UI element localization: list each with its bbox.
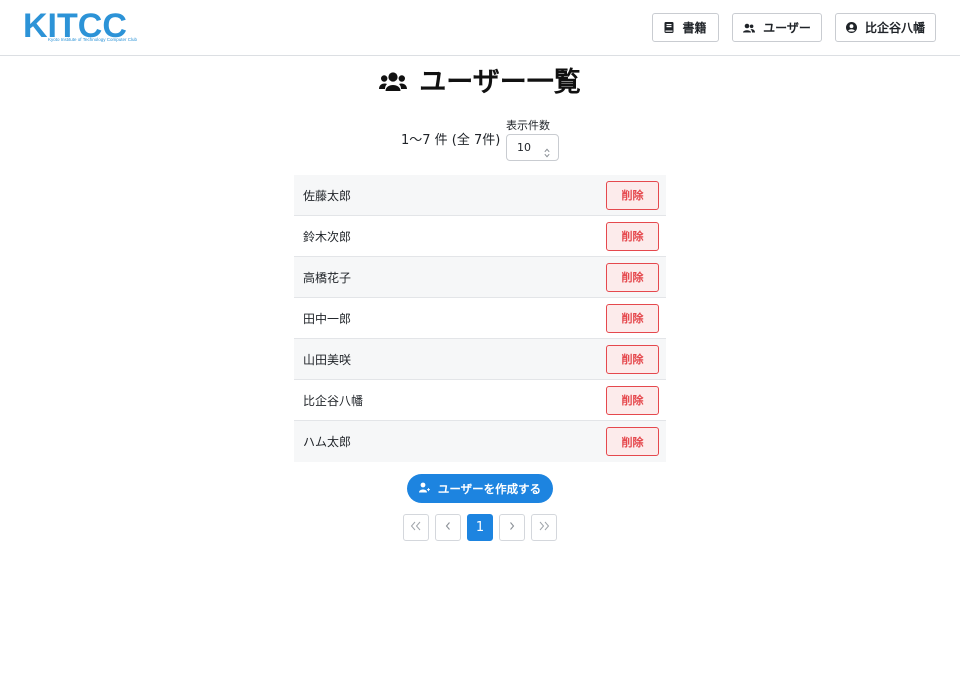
chevron-right-icon bbox=[508, 520, 516, 535]
user-list: 佐藤太郎 削除 鈴木次郎 削除 高橋花子 削除 田中一郎 削除 山田美咲 削除 … bbox=[294, 175, 666, 462]
first-page-button[interactable] bbox=[403, 514, 429, 541]
user-group-icon bbox=[379, 71, 408, 96]
delete-button[interactable]: 削除 bbox=[606, 221, 659, 251]
user-name: ハム太郎 bbox=[303, 435, 352, 449]
chevron-double-left-icon bbox=[410, 520, 422, 535]
page-title-area: ユーザー一覧 bbox=[0, 64, 960, 102]
result-count: 1～7 件 (全 7件) bbox=[401, 133, 501, 148]
user-circle-icon bbox=[845, 22, 857, 33]
user-name: 比企谷八幡 bbox=[303, 393, 364, 408]
user-name: 佐藤太郎 bbox=[303, 188, 352, 203]
user-name: 高橋花子 bbox=[303, 270, 352, 285]
logo-subtitle: Kyoto Institute of Technology Computer C… bbox=[48, 37, 137, 42]
delete-button[interactable]: 削除 bbox=[606, 262, 659, 292]
per-page-label: 表示件数 bbox=[506, 119, 550, 132]
chevron-double-right-icon bbox=[538, 520, 550, 535]
sort-arrows-icon bbox=[544, 142, 550, 167]
profile-nav-label: 比企谷八幡 bbox=[864, 21, 925, 35]
books-nav-label: 書籍 bbox=[682, 21, 707, 35]
list-item: 高橋花子 削除 bbox=[294, 257, 666, 298]
kitcc-logo[interactable]: KITCC Kyoto Institute of Technology Comp… bbox=[23, 9, 144, 43]
list-item: ハム太郎 削除 bbox=[294, 421, 666, 462]
previous-page-button[interactable] bbox=[435, 514, 461, 541]
users-nav-label: ユーザー bbox=[763, 21, 811, 35]
list-item: 比企谷八幡 削除 bbox=[294, 380, 666, 421]
profile-nav-button[interactable]: 比企谷八幡 bbox=[835, 13, 936, 42]
book-icon bbox=[664, 22, 674, 33]
per-page-select[interactable]: 10 bbox=[506, 134, 559, 161]
last-page-button[interactable] bbox=[531, 514, 557, 541]
list-item: 鈴木次郎 削除 bbox=[294, 216, 666, 257]
create-user-button[interactable]: ユーザーを作成する bbox=[407, 474, 553, 503]
list-item: 佐藤太郎 削除 bbox=[294, 175, 666, 216]
page-number-button[interactable]: 1 bbox=[467, 514, 493, 541]
list-item: 田中一郎 削除 bbox=[294, 298, 666, 339]
chevron-left-icon bbox=[444, 520, 452, 535]
user-plus-icon bbox=[418, 482, 430, 496]
users-icon bbox=[743, 23, 756, 33]
header: KITCC Kyoto Institute of Technology Comp… bbox=[0, 0, 960, 56]
delete-button[interactable]: 削除 bbox=[606, 303, 659, 333]
delete-button[interactable]: 削除 bbox=[606, 427, 659, 456]
list-item: 山田美咲 削除 bbox=[294, 339, 666, 380]
delete-button[interactable]: 削除 bbox=[606, 180, 659, 210]
user-name: 鈴木次郎 bbox=[303, 229, 352, 244]
page-title: ユーザー一覧 bbox=[419, 67, 581, 98]
next-page-button[interactable] bbox=[499, 514, 525, 541]
per-page-value: 10 bbox=[517, 141, 531, 154]
delete-button[interactable]: 削除 bbox=[606, 385, 659, 415]
users-nav-button[interactable]: ユーザー bbox=[732, 13, 822, 42]
user-name: 田中一郎 bbox=[303, 311, 352, 326]
books-nav-button[interactable]: 書籍 bbox=[652, 13, 719, 42]
create-user-label: ユーザーを作成する bbox=[437, 481, 542, 496]
delete-button[interactable]: 削除 bbox=[606, 344, 659, 374]
user-name: 山田美咲 bbox=[303, 352, 352, 367]
